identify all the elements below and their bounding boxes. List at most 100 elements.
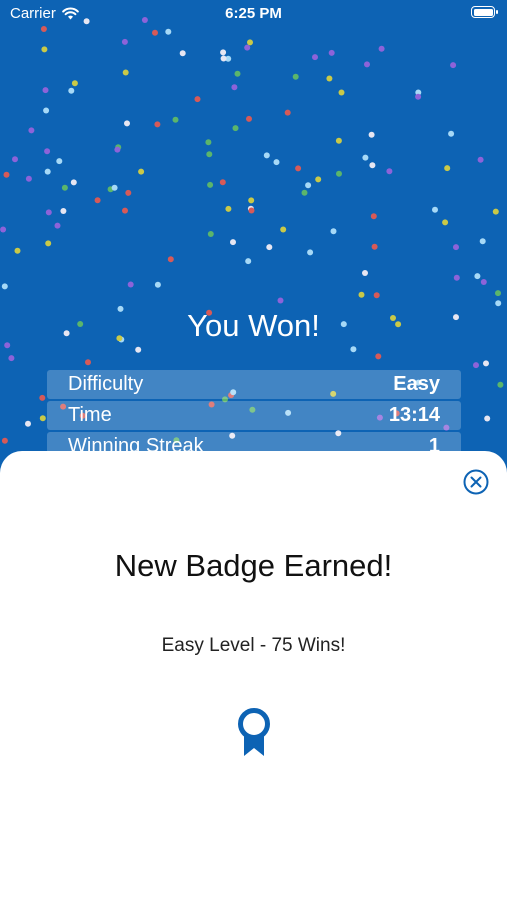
confetti-dot [68, 87, 75, 94]
confetti-dot [364, 61, 370, 68]
stat-row-time: Time 13:14 [47, 401, 461, 430]
confetti-dot [373, 292, 380, 299]
confetti-dot [230, 239, 236, 246]
confetti-dot [41, 46, 48, 53]
confetti-dot [207, 231, 214, 237]
confetti-dot [25, 175, 32, 182]
confetti-dot [44, 168, 51, 175]
confetti-dot [415, 93, 422, 100]
confetti-dot [375, 353, 382, 360]
confetti-dot [442, 219, 449, 226]
confetti-dot [266, 244, 273, 251]
confetti-dot [125, 189, 132, 196]
confetti-dot [415, 89, 422, 96]
confetti-dot [1, 283, 8, 290]
confetti-dot [111, 184, 118, 191]
confetti-dot [206, 151, 213, 158]
confetti-dot [114, 146, 121, 153]
confetti-dot [350, 346, 357, 353]
confetti-dot [127, 281, 134, 288]
confetti-dot [107, 186, 114, 193]
confetti-dot [138, 168, 145, 175]
confetti-dot [154, 281, 161, 288]
confetti-dot [70, 179, 77, 186]
confetti-dot [43, 107, 50, 114]
confetti-dot [207, 181, 214, 188]
confetti-dot [453, 244, 459, 251]
confetti-dot [61, 184, 68, 191]
confetti-dot [292, 73, 299, 80]
confetti-dot [315, 176, 322, 183]
badge-sheet: New Badge Earned! Easy Level - 75 Wins! [0, 451, 507, 900]
confetti-dot [477, 156, 484, 163]
confetti-dot [247, 205, 254, 212]
confetti-dot [295, 165, 302, 172]
confetti-dot [232, 125, 239, 132]
confetti-dot [167, 256, 174, 263]
confetti-dot [358, 291, 365, 298]
confetti-dot [234, 70, 241, 77]
confetti-dot [305, 182, 312, 189]
confetti-dot [386, 168, 393, 175]
confetti-dot [8, 355, 15, 362]
confetti-dot [263, 152, 270, 159]
confetti-dot [448, 130, 455, 137]
confetti-dot [1, 437, 8, 444]
confetti-dot [246, 115, 252, 122]
confetti-dot [370, 213, 377, 220]
confetti-dot [205, 139, 212, 146]
battery-icon [471, 6, 498, 18]
confetti-dot [378, 45, 385, 52]
confetti-dot [122, 69, 129, 76]
confetti-dot [453, 274, 460, 281]
confetti-dot [307, 249, 314, 256]
badge-title: New Badge Earned! [114, 548, 393, 583]
confetti-dot [225, 205, 232, 212]
confetti-dot [85, 359, 91, 366]
award-ribbon-icon [238, 708, 270, 756]
confetti-dot [94, 197, 101, 204]
confetti-dot [28, 127, 35, 134]
confetti-dot [115, 144, 122, 151]
confetti-dot [219, 179, 226, 186]
confetti-dot [220, 55, 227, 62]
stats-table: Difficulty Easy Time 13:14 Winning Strea… [47, 370, 461, 463]
confetti-dot [371, 243, 378, 250]
confetti-dot [273, 159, 280, 166]
confetti-dot [326, 75, 333, 82]
confetti-dot [284, 109, 291, 116]
confetti-dot [39, 394, 46, 401]
confetti-dot [244, 44, 251, 51]
confetti-dot [450, 62, 457, 69]
confetti-dot [277, 297, 284, 304]
confetti-dot [124, 120, 130, 127]
confetti-dot [312, 54, 318, 61]
confetti-dot [328, 49, 335, 56]
confetti-dot [179, 50, 186, 57]
confetti-dot [3, 171, 10, 178]
close-circle-icon[interactable] [463, 469, 489, 495]
confetti-dot [473, 362, 479, 369]
confetti-dot [12, 156, 18, 163]
confetti-dot [362, 270, 368, 276]
confetti-dot [492, 208, 499, 215]
confetti-dot [248, 207, 255, 214]
confetti-dot [45, 209, 52, 216]
confetti-dot [172, 116, 179, 123]
confetti-dot [14, 247, 21, 254]
confetti-dot [42, 87, 49, 94]
confetti-dot [71, 80, 78, 87]
badge-subtitle: Easy Level - 75 Wins! [161, 635, 346, 656]
confetti-dot [432, 206, 438, 213]
confetti-dot [483, 360, 489, 367]
confetti-dot [0, 226, 7, 233]
confetti-dot [44, 148, 51, 155]
confetti-dot [25, 420, 31, 427]
stat-label: Time [68, 404, 112, 426]
confetti-dot [231, 84, 238, 91]
status-bar: Carrier 6:25 PM [0, 0, 507, 28]
confetti-dot [220, 49, 227, 56]
confetti-dot [330, 228, 337, 235]
confetti-dot [194, 96, 201, 103]
confetti-dot [56, 158, 63, 165]
